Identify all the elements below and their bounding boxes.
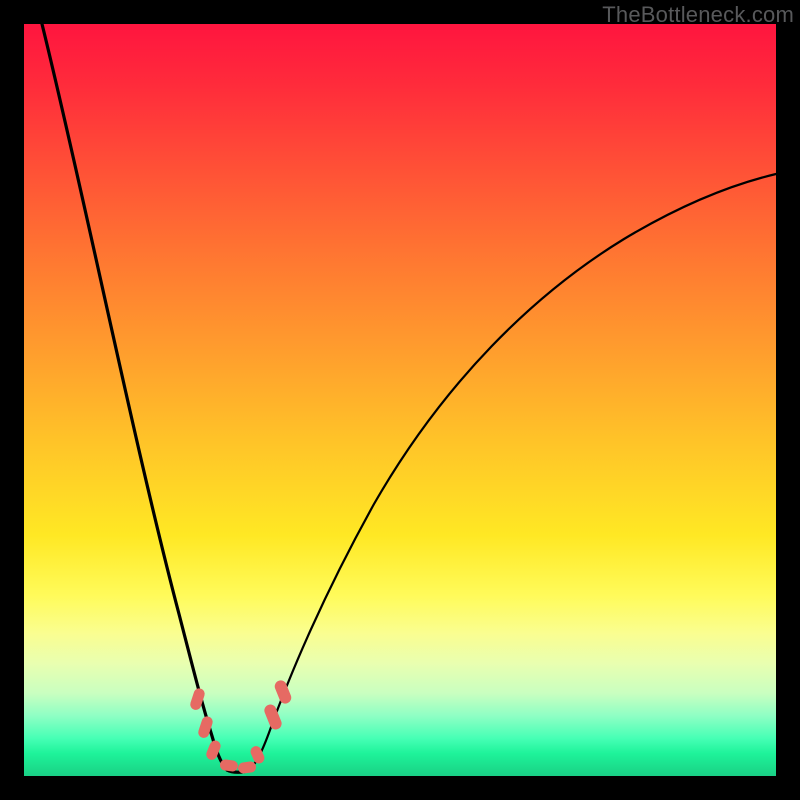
chart-svg [24,24,776,776]
curve-marker [273,679,293,706]
plot-area [24,24,776,776]
curve-right [249,174,776,770]
curve-marker [263,703,284,732]
watermark-text: TheBottleneck.com [602,2,794,28]
curve-marker [237,761,256,774]
marker-group [189,679,293,775]
curve-left [42,24,227,770]
curve-marker [219,759,238,772]
